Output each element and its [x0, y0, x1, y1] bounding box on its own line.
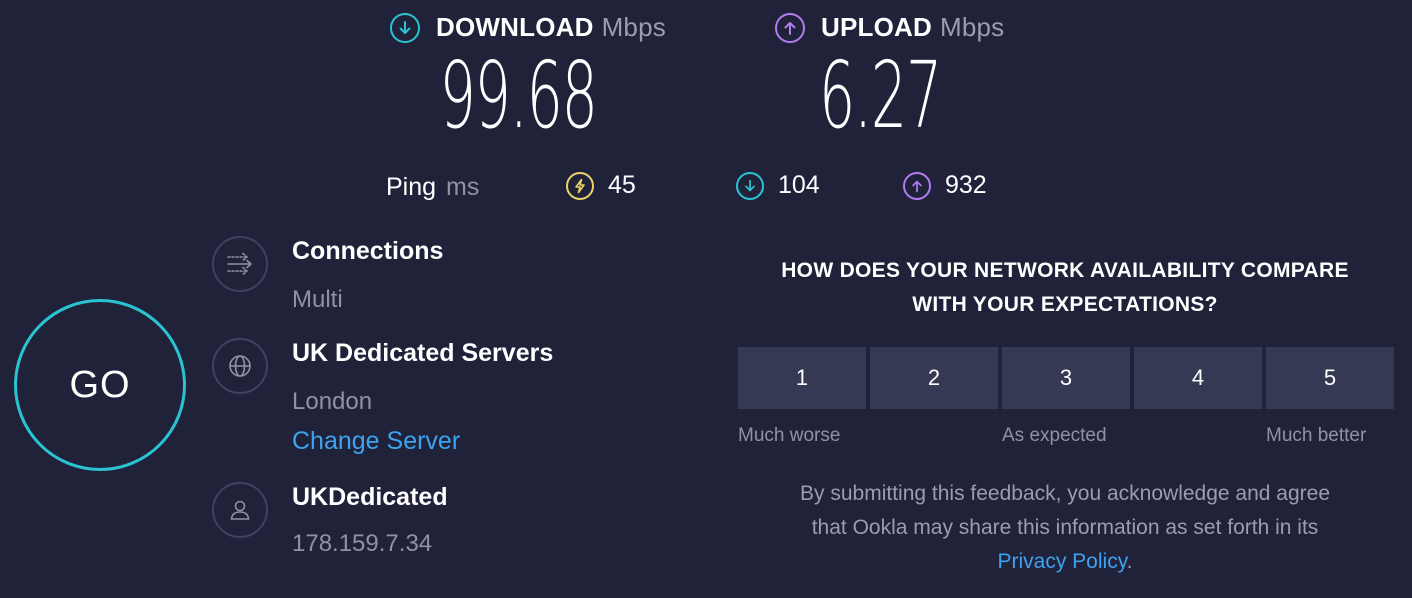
upload-value: 6.27 — [818, 42, 942, 149]
ping-upload-value: 932 — [945, 171, 987, 199]
rating-caption-high: Much better — [1266, 425, 1367, 446]
download-title: DOWNLOAD — [436, 12, 594, 42]
arrow-down-circle-icon — [736, 171, 764, 200]
change-server-link[interactable]: Change Server — [292, 427, 460, 456]
provider-title: UKDedicated — [292, 483, 448, 511]
arrow-up-circle-icon — [903, 171, 931, 200]
rating-caption-mid: As expected — [1002, 425, 1107, 446]
upload-title: UPLOAD — [821, 12, 932, 42]
ping-unit: ms — [446, 173, 480, 201]
ping-title: Ping — [386, 173, 437, 201]
rating-button-3[interactable]: 3 — [1002, 347, 1130, 409]
feedback-disclaimer-end: . — [1126, 550, 1133, 573]
connections-value: Multi — [292, 286, 343, 313]
server-location: London — [292, 388, 373, 415]
upload-label: UPLOAD Mbps — [775, 12, 1004, 43]
ping-download-value: 104 — [778, 171, 820, 199]
feedback-disclaimer-line1: By submitting this feedback, you acknowl… — [800, 482, 1330, 505]
lightning-circle-icon — [566, 171, 594, 200]
user-icon — [212, 482, 268, 538]
ping-idle-value: 45 — [608, 171, 636, 199]
download-value: 99.68 — [439, 42, 598, 149]
upload-unit: Mbps — [939, 12, 1005, 42]
ping-upload: 932 — [903, 171, 987, 200]
feedback-disclaimer: By submitting this feedback, you acknowl… — [724, 477, 1406, 579]
rating-button-4[interactable]: 4 — [1134, 347, 1262, 409]
rating-button-2[interactable]: 2 — [870, 347, 998, 409]
ping-label: Ping ms — [386, 173, 479, 202]
rating-button-1[interactable]: 1 — [738, 347, 866, 409]
feedback-disclaimer-line3: Privacy Policy. — [724, 545, 1406, 579]
connections-title: Connections — [292, 237, 444, 265]
feedback-question: HOW DOES YOUR NETWORK AVAILABILITY COMPA… — [738, 254, 1392, 322]
privacy-policy-link[interactable]: Privacy Policy — [998, 550, 1127, 573]
ping-idle: 45 — [566, 171, 636, 200]
arrow-down-circle-icon — [390, 12, 420, 43]
go-button[interactable]: GO — [14, 299, 186, 471]
server-title: UK Dedicated Servers — [292, 339, 554, 367]
provider-ip: 178.159.7.34 — [292, 530, 433, 557]
download-label: DOWNLOAD Mbps — [390, 12, 666, 43]
feedback-question-line2: WITH YOUR EXPECTATIONS? — [912, 293, 1218, 316]
connections-icon — [212, 236, 268, 292]
download-unit: Mbps — [601, 12, 666, 42]
ping-download: 104 — [736, 171, 820, 200]
rating-caption-low: Much worse — [738, 425, 841, 446]
rating-scale: 1 2 3 4 5 — [738, 347, 1394, 409]
globe-icon — [212, 338, 268, 394]
feedback-question-line1: HOW DOES YOUR NETWORK AVAILABILITY COMPA… — [781, 259, 1349, 282]
rating-button-5[interactable]: 5 — [1266, 347, 1394, 409]
feedback-disclaimer-line2: that Ookla may share this information as… — [811, 516, 1319, 539]
arrow-up-circle-icon — [775, 12, 805, 43]
